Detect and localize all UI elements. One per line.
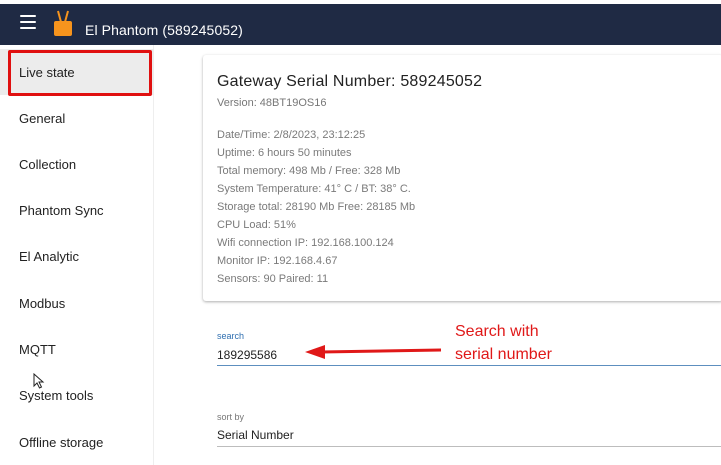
sidebar-item-mqtt[interactable]: MQTT [0, 326, 154, 372]
hamburger-menu-icon[interactable] [20, 15, 36, 29]
gateway-title: Gateway Serial Number: 589245052 [217, 73, 483, 90]
info-temperature: System Temperature: 41° C / BT: 38° C. [217, 183, 411, 195]
sidebar-item-label: Live state [19, 64, 75, 80]
sidebar-item-label: Phantom Sync [19, 202, 104, 218]
info-memory: Total memory: 498 Mb / Free: 328 Mb [217, 165, 401, 177]
router-logo-icon [54, 10, 72, 36]
info-storage: Storage total: 28190 Mb Free: 28185 Mb [217, 201, 416, 213]
sidebar-item-offline-storage[interactable]: Offline storage [0, 419, 154, 465]
info-cpu-load: CPU Load: 51% [217, 219, 296, 231]
annotation-line-2: serial number [455, 346, 552, 363]
sidebar-item-general[interactable]: General [0, 95, 154, 141]
gateway-version: Version: 48BT19OS16 [217, 97, 327, 109]
sidebar-item-el-analytic[interactable]: El Analytic [0, 233, 154, 279]
sidebar-item-label: Modbus [19, 295, 66, 311]
info-uptime: Uptime: 6 hours 50 minutes [217, 147, 352, 159]
annotation-callout: Search with serial number [455, 320, 552, 366]
sidebar-item-label: Offline storage [19, 434, 104, 450]
info-monitor-ip: Monitor IP: 192.168.4.67 [217, 255, 338, 267]
app-header: El Phantom (589245052) [0, 4, 721, 45]
mouse-cursor-icon [33, 373, 45, 389]
sidebar-nav: Live state General Collection Phantom Sy… [0, 45, 154, 465]
sidebar-item-system-tools[interactable]: System tools [0, 372, 154, 418]
info-wifi-ip: Wifi connection IP: 192.168.100.124 [217, 237, 394, 249]
sort-select[interactable]: Serial Number [217, 423, 721, 447]
sidebar-item-phantom-sync[interactable]: Phantom Sync [0, 187, 154, 233]
info-datetime: Date/Time: 2/8/2023, 23:12:25 [217, 129, 366, 141]
sidebar-item-label: El Analytic [19, 248, 79, 264]
app-title: El Phantom (589245052) [85, 22, 243, 38]
annotation-arrow-icon [305, 345, 442, 359]
annotation-line-1: Search with [455, 323, 539, 340]
info-sensors: Sensors: 90 Paired: 11 [217, 273, 329, 285]
sidebar-item-label: Collection [19, 156, 77, 172]
sort-selected-value: Serial Number [217, 427, 294, 442]
sidebar-item-modbus[interactable]: Modbus [0, 280, 154, 326]
gateway-info-card: Gateway Serial Number: 589245052 Version… [203, 55, 721, 301]
sidebar-item-live-state[interactable]: Live state [0, 49, 154, 95]
sort-label: sort by [217, 412, 245, 422]
sidebar-item-label: General [19, 110, 66, 126]
main-content: Gateway Serial Number: 589245052 Version… [155, 45, 721, 465]
search-label: search [217, 331, 245, 341]
sidebar-item-collection[interactable]: Collection [0, 141, 154, 187]
sidebar-item-label: MQTT [19, 341, 56, 357]
sidebar-item-label: System tools [19, 387, 94, 403]
